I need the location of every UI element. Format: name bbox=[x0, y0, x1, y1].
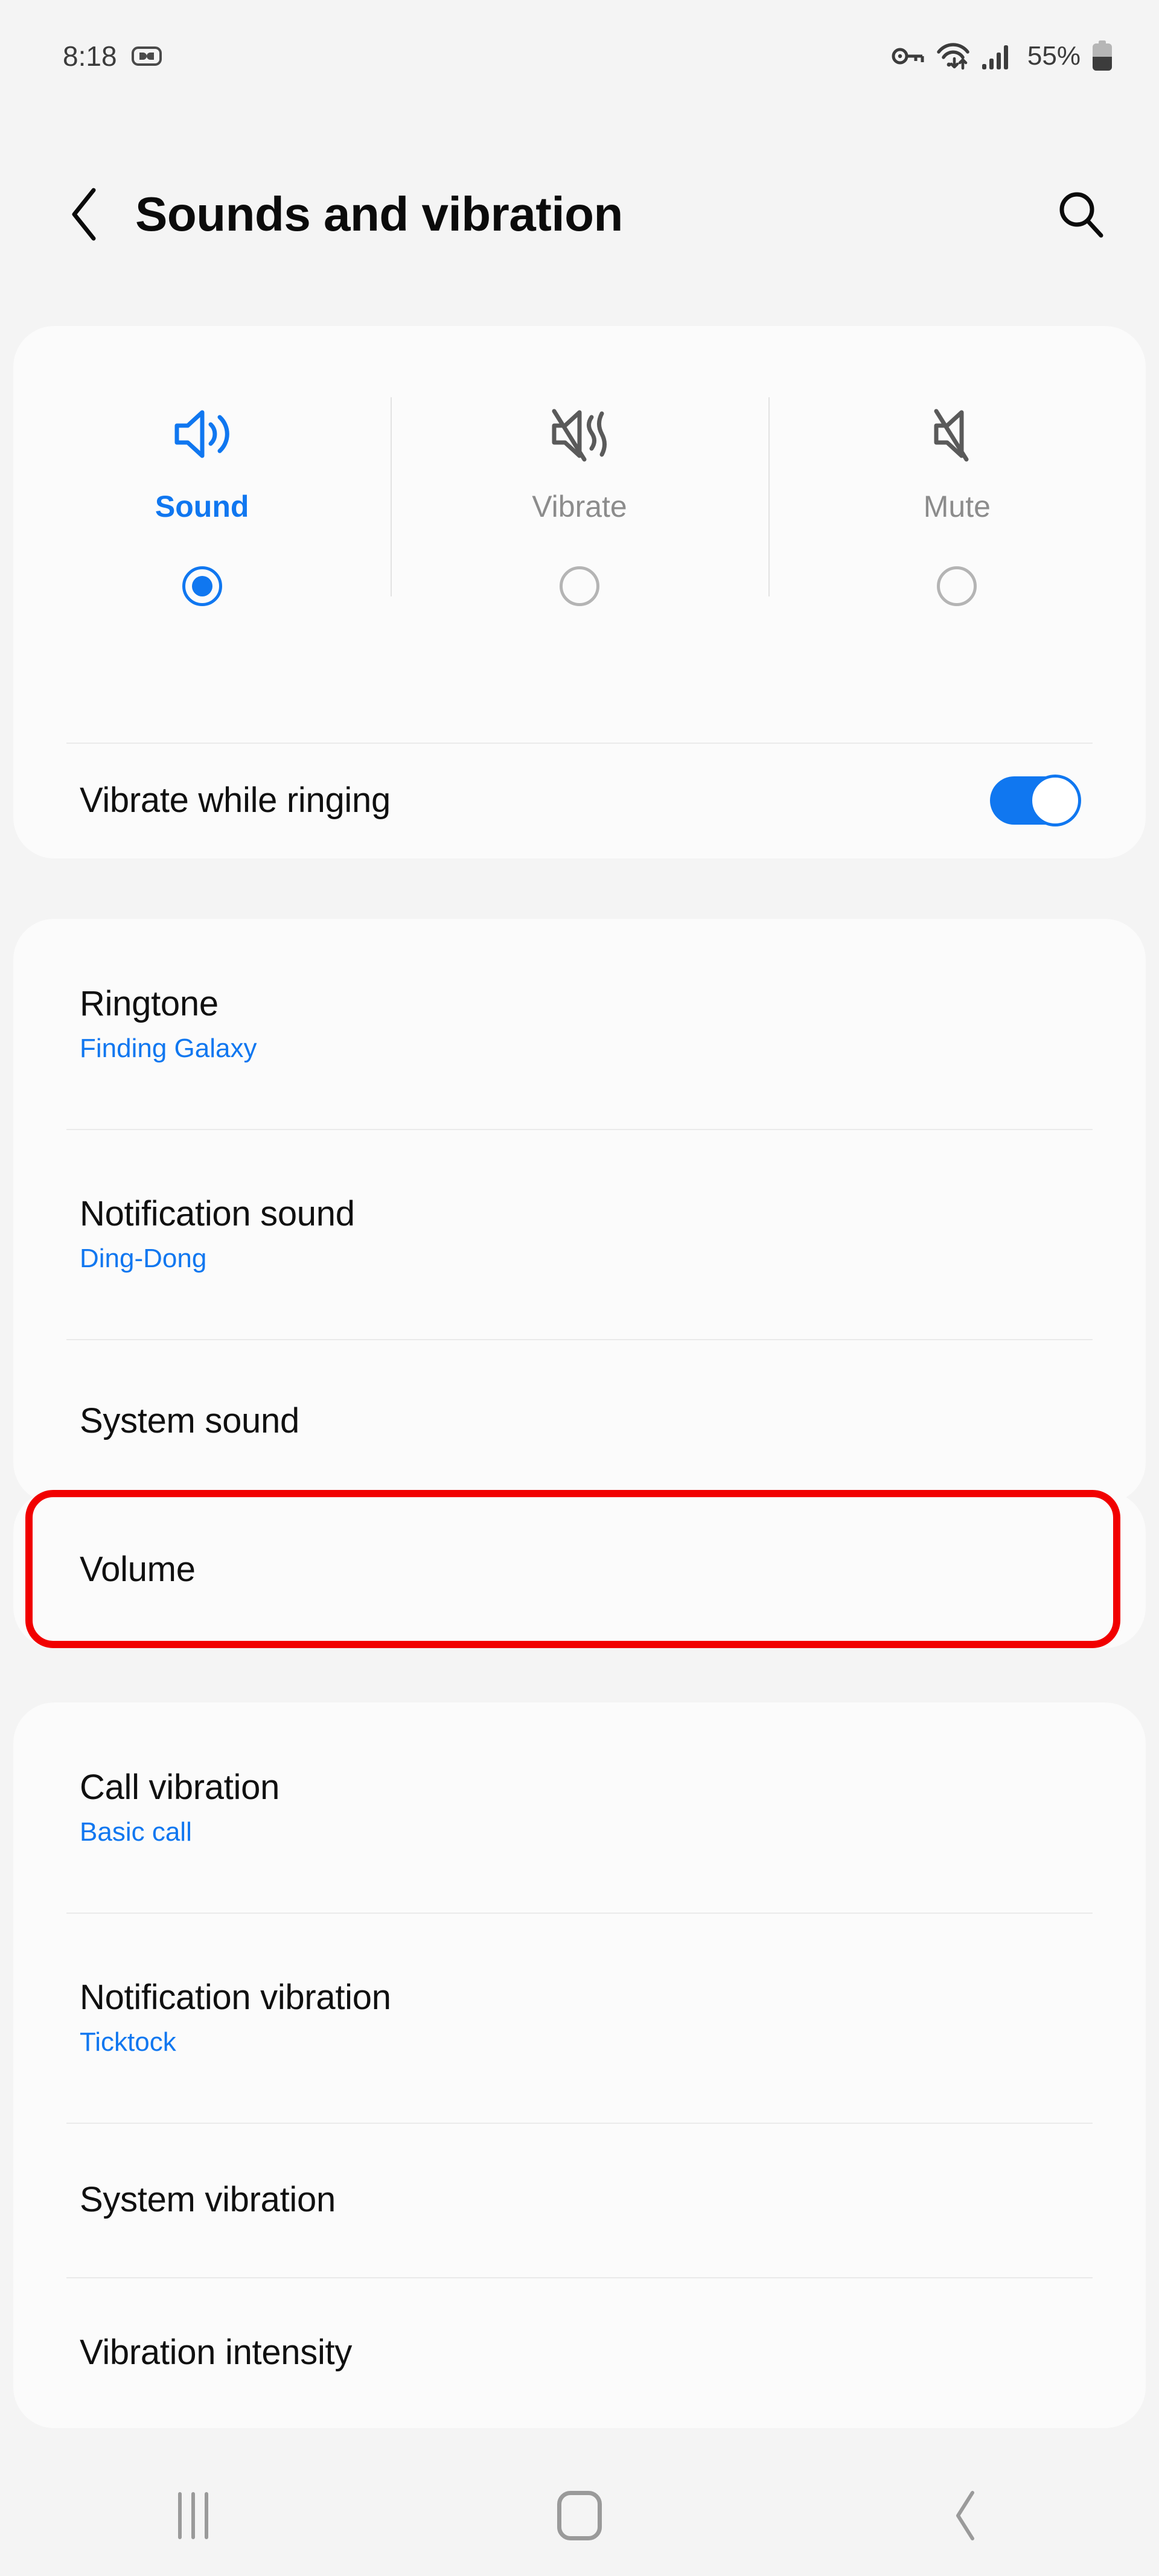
vpn-key-icon bbox=[891, 43, 925, 69]
sound-mode-selector: Sound Vibrate Mute bbox=[13, 326, 1146, 743]
vibrate-while-ringing-label: Vibrate while ringing bbox=[80, 781, 391, 820]
search-icon bbox=[1059, 192, 1103, 238]
wifi-icon bbox=[936, 42, 971, 71]
vibrate-while-ringing-text: Vibrate while ringing bbox=[80, 781, 391, 820]
recents-icon bbox=[178, 2492, 208, 2539]
vibrate-while-ringing-toggle[interactable] bbox=[990, 775, 1081, 826]
battery-percent-label: 55% bbox=[1027, 40, 1081, 71]
ringtone-value: Finding Galaxy bbox=[80, 1033, 257, 1063]
sound-mode-radio-vibrate[interactable] bbox=[559, 566, 599, 606]
notification-sound-text: Notification sound Ding-Dong bbox=[80, 1195, 355, 1273]
nav-back-button[interactable] bbox=[773, 2455, 1159, 2576]
volume-up-icon bbox=[168, 398, 236, 470]
system-sound-text: System sound bbox=[80, 1402, 299, 1440]
notification-sound-row[interactable]: Notification sound Ding-Dong bbox=[13, 1129, 1146, 1339]
dual-sim-icon bbox=[131, 46, 162, 66]
sound-mode-label-mute: Mute bbox=[923, 490, 991, 523]
volume-text: Volume bbox=[80, 1550, 196, 1589]
toggle-knob bbox=[1029, 775, 1081, 826]
call-vibration-text: Call vibration Basic call bbox=[80, 1768, 279, 1847]
sound-mode-option-mute[interactable]: Mute bbox=[768, 326, 1146, 743]
notification-sound-value: Ding-Dong bbox=[80, 1243, 207, 1273]
volume-mute-icon bbox=[923, 398, 991, 470]
chevron-left-icon bbox=[956, 2491, 974, 2540]
status-bar-left: 8:18 bbox=[63, 42, 162, 70]
chevron-left-icon bbox=[72, 188, 96, 241]
sound-mode-label-vibrate: Vibrate bbox=[532, 490, 627, 523]
sound-mode-label-sound: Sound bbox=[155, 490, 249, 523]
vibration-intensity-label: Vibration intensity bbox=[80, 2333, 353, 2373]
system-vibration-row[interactable]: System vibration bbox=[13, 2123, 1146, 2277]
notification-vibration-text: Notification vibration Ticktock bbox=[80, 1978, 391, 2057]
vibration-intensity-row[interactable]: Vibration intensity bbox=[13, 2277, 1146, 2428]
app-header: Sounds and vibration bbox=[0, 112, 1159, 317]
sound-mode-radio-sound[interactable] bbox=[182, 566, 222, 606]
volume-label: Volume bbox=[80, 1550, 196, 1590]
vibration-settings-card: Call vibration Basic call Notification v… bbox=[13, 1702, 1146, 2428]
vibrate-icon bbox=[546, 398, 613, 470]
notification-sound-label: Notification sound bbox=[80, 1194, 355, 1233]
notification-vibration-row[interactable]: Notification vibration Ticktock bbox=[13, 1913, 1146, 2123]
signal-bars-icon bbox=[982, 42, 1013, 70]
volume-row[interactable]: Volume bbox=[13, 1491, 1146, 1648]
system-sound-label: System sound bbox=[80, 1401, 299, 1441]
status-bar-right: 55% bbox=[891, 40, 1113, 72]
sound-mode-card: Sound Vibrate Mute Vibrate while ringing bbox=[13, 326, 1146, 858]
notification-vibration-value: Ticktock bbox=[80, 2027, 176, 2057]
sound-mode-radio-mute[interactable] bbox=[937, 566, 977, 606]
vibrate-while-ringing-row[interactable]: Vibrate while ringing bbox=[13, 743, 1146, 858]
sound-mode-option-sound[interactable]: Sound bbox=[13, 326, 391, 743]
ringtone-label: Ringtone bbox=[80, 983, 219, 1023]
notification-vibration-label: Notification vibration bbox=[80, 1977, 391, 2017]
back-button[interactable] bbox=[56, 185, 113, 243]
system-vibration-text: System vibration bbox=[80, 2181, 336, 2219]
sound-settings-card: Ringtone Finding Galaxy Notification sou… bbox=[13, 919, 1146, 1503]
call-vibration-label: Call vibration bbox=[80, 1767, 280, 1807]
volume-card: Volume bbox=[13, 1491, 1146, 1648]
page-title: Sounds and vibration bbox=[135, 187, 623, 241]
vibration-intensity-text: Vibration intensity bbox=[80, 2333, 352, 2372]
call-vibration-value: Basic call bbox=[80, 1817, 192, 1847]
nav-recents-button[interactable] bbox=[0, 2455, 386, 2576]
phone-screen: 8:18 55% Sounds and vibration Sound Vibr… bbox=[0, 0, 1159, 2576]
system-vibration-label: System vibration bbox=[80, 2180, 336, 2220]
home-icon bbox=[557, 2491, 602, 2540]
search-button[interactable] bbox=[1048, 181, 1114, 248]
status-bar-clock: 8:18 bbox=[63, 40, 117, 72]
ringtone-text: Ringtone Finding Galaxy bbox=[80, 985, 257, 1063]
ringtone-row[interactable]: Ringtone Finding Galaxy bbox=[13, 919, 1146, 1129]
call-vibration-row[interactable]: Call vibration Basic call bbox=[13, 1702, 1146, 1913]
status-bar: 8:18 55% bbox=[0, 0, 1159, 112]
system-navigation-bar bbox=[0, 2455, 1159, 2576]
nav-home-button[interactable] bbox=[386, 2455, 773, 2576]
battery-icon bbox=[1091, 40, 1113, 72]
system-sound-row[interactable]: System sound bbox=[13, 1339, 1146, 1503]
sound-mode-option-vibrate[interactable]: Vibrate bbox=[391, 326, 768, 743]
